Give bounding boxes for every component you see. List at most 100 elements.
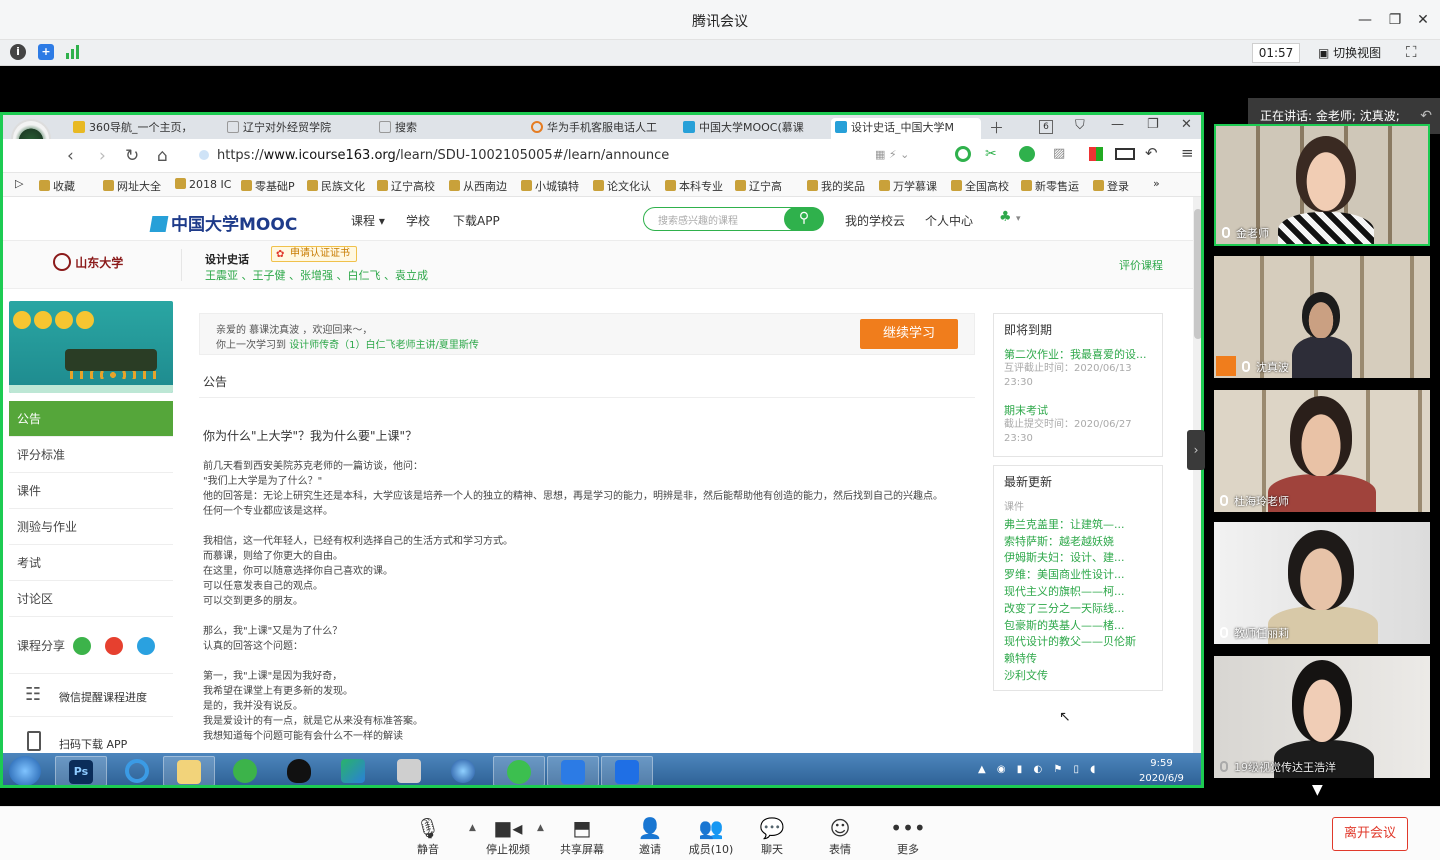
bookmark-item[interactable]: 新零售运 <box>1021 178 1079 194</box>
stop-video-button[interactable]: ■◂ 停止视频 <box>478 815 538 857</box>
chat-button[interactable]: 💬 聊天 <box>742 815 802 857</box>
bookmark-item[interactable]: 我的奖品 <box>807 178 865 194</box>
wechat-reminder[interactable]: ☷ 微信提醒课程进度 <box>9 673 173 717</box>
scrollbar-thumb[interactable] <box>1194 209 1201 339</box>
collapse-panel-button[interactable]: › <box>1187 430 1205 470</box>
school-logo[interactable]: 山东大学 <box>53 253 123 271</box>
start-button-icon[interactable] <box>9 756 41 785</box>
user-avatar-icon[interactable]: ♣ ▾ <box>999 209 1021 225</box>
reader-icon[interactable]: ▦ ⚡ ⌄ <box>875 148 909 161</box>
update-link[interactable]: 赖特传 <box>1004 651 1136 668</box>
browser-tab[interactable]: 搜索 <box>375 118 519 139</box>
bookmark-item[interactable]: 论文化认 <box>593 178 651 194</box>
close-icon[interactable]: ✕ <box>1410 9 1436 31</box>
sidebar-item-exam[interactable]: 考试 <box>9 545 173 581</box>
browser-tab[interactable]: 中国大学MOOC(慕课 <box>679 118 823 139</box>
wechat-share-icon[interactable] <box>73 637 91 655</box>
browser-restore-icon[interactable]: ❐ <box>1147 117 1159 132</box>
video-options-caret-icon[interactable]: ▲ <box>537 823 544 833</box>
update-link[interactable]: 伊姆斯夫妇：设计、建... <box>1004 550 1136 567</box>
reload-icon[interactable]: ↻ <box>125 146 139 166</box>
taskbar-ie[interactable] <box>111 756 163 785</box>
bookmark-item[interactable]: 全国高校 <box>951 178 1009 194</box>
bookmark-item[interactable]: 网址大全 <box>103 178 161 194</box>
upcoming-item[interactable]: 期末考试 截止提交时间：2020/06/27 23:30 <box>1004 404 1132 446</box>
update-link[interactable]: 包豪斯的英基人——楮... <box>1004 618 1136 635</box>
sidebar-item-announcements[interactable]: 公告 <box>9 401 173 437</box>
weibo-share-icon[interactable] <box>105 637 123 655</box>
taskbar-app[interactable] <box>327 756 379 785</box>
scissors-icon[interactable]: ✂ <box>985 146 997 162</box>
browser-tab[interactable]: 辽宁对外经贸学院 <box>223 118 367 139</box>
taskbar-qq[interactable] <box>273 756 325 785</box>
signal-icon[interactable] <box>66 45 80 59</box>
apps-icon[interactable] <box>1089 147 1103 161</box>
upcoming-item[interactable]: 第二次作业：我最喜爱的设... 互评截止时间：2020/06/13 23:30 <box>1004 348 1147 390</box>
browser-minimize-icon[interactable]: — <box>1111 117 1124 132</box>
sidebar-item-courseware[interactable]: 课件 <box>9 473 173 509</box>
shield-icon[interactable]: + <box>38 44 54 60</box>
sidebar-item-discussion[interactable]: 讨论区 <box>9 581 173 617</box>
browser-tab[interactable]: 华为手机客服电话人工 <box>527 118 671 139</box>
update-link[interactable]: 沙利文传 <box>1004 668 1136 685</box>
fullscreen-icon[interactable]: ⛶ <box>1406 43 1417 61</box>
bookmark-item[interactable]: 本科专业 <box>665 178 723 194</box>
taskbar-wps[interactable] <box>547 756 599 785</box>
reactions-button[interactable]: ☺ 表情 <box>810 815 870 857</box>
tab-count-icon[interactable]: 6 <box>1039 120 1053 134</box>
battery-icon[interactable] <box>1115 148 1135 160</box>
update-link[interactable]: 现代主义的旗帜——柯... <box>1004 584 1136 601</box>
update-link[interactable]: 改变了三分之一天际线... <box>1004 601 1136 618</box>
url-field[interactable]: https://www.icourse163.org/learn/SDU-100… <box>199 145 919 167</box>
scroll-down-icon[interactable]: ▼ <box>1312 782 1323 798</box>
update-link[interactable]: 现代设计的教父——贝伦斯 <box>1004 634 1136 651</box>
restore-icon[interactable]: ❐ <box>1382 9 1408 31</box>
bookmark-item[interactable]: 从西南边 <box>449 178 507 194</box>
rate-course-link[interactable]: 评价课程 <box>1119 257 1163 273</box>
more-button[interactable]: ••• 更多 <box>878 815 938 857</box>
nav-schools[interactable]: 学校 <box>406 212 430 229</box>
bookmark-item[interactable]: 辽宁高 <box>735 178 782 194</box>
taskbar-clock[interactable]: 9:59 2020/6/9 <box>1139 756 1184 785</box>
update-link[interactable]: 索特萨斯：越老越妖娆 <box>1004 534 1136 551</box>
update-link[interactable]: 罗维：美国商业性设计... <box>1004 567 1136 584</box>
video-tile[interactable]: 金老师 <box>1214 124 1430 246</box>
bookmark-item[interactable]: 收藏 <box>39 178 75 194</box>
mute-button[interactable]: 🎙 静音 <box>398 815 458 857</box>
undo-icon[interactable]: ↶ <box>1145 144 1158 162</box>
browser-close-icon[interactable]: ✕ <box>1181 117 1192 132</box>
forward-icon[interactable]: › <box>99 146 106 166</box>
taskbar-printer[interactable] <box>383 756 435 785</box>
browser-tab-active[interactable]: 设计史话_中国大学M <box>831 118 981 139</box>
nav-personal-center[interactable]: 个人中心 <box>925 212 973 229</box>
course-teachers[interactable]: 王震亚 、王子健 、张增强 、白仁飞 、袁立成 <box>205 267 428 283</box>
video-tile[interactable]: 杜海玲老师 <box>1214 390 1430 512</box>
taskbar-360-browser[interactable] <box>493 756 545 785</box>
taskbar-wechat[interactable] <box>219 756 271 785</box>
update-link[interactable]: 弗兰克盖里：让建筑—... <box>1004 517 1136 534</box>
bookmark-item[interactable]: 2018 IC <box>175 178 231 191</box>
page-scrollbar[interactable] <box>1193 197 1201 757</box>
shirt-icon[interactable]: ⛉ <box>1075 118 1085 133</box>
minimize-icon[interactable]: — <box>1352 9 1378 31</box>
audio-options-caret-icon[interactable]: ▲ <box>469 823 476 833</box>
switch-view-button[interactable]: ▣ 切换视图 <box>1318 44 1381 61</box>
video-tile[interactable]: 沈真波 <box>1214 256 1430 378</box>
bookmark-item[interactable]: 万学慕课 <box>879 178 937 194</box>
bookmark-item[interactable]: 民族文化 <box>307 178 365 194</box>
system-tray-icons[interactable]: ▲ ◉ ▮ ◐ ⚑ ▯ ◖ <box>978 764 1099 775</box>
taskbar-explorer[interactable] <box>163 756 215 785</box>
info-icon[interactable]: i <box>10 44 26 60</box>
search-icon[interactable]: ⚲ <box>784 207 824 231</box>
nav-my-school-cloud[interactable]: 我的学校云 <box>845 212 905 229</box>
bookmark-item[interactable]: 辽宁高校 <box>377 178 435 194</box>
new-tab-icon[interactable]: ＋ <box>989 117 1004 138</box>
sidebar-item-grading[interactable]: 评分标准 <box>9 437 173 473</box>
browser-tab[interactable]: 360导航_一个主页， <box>69 118 213 139</box>
taskbar-globe[interactable] <box>437 756 489 785</box>
bookmark-toggle-icon[interactable]: ▷ <box>15 177 23 190</box>
qq-share-icon[interactable] <box>137 637 155 655</box>
extension-icon[interactable] <box>955 146 971 162</box>
more-bookmarks-icon[interactable]: » <box>1153 177 1160 190</box>
members-button[interactable]: 👥 成员(10) <box>681 815 741 857</box>
